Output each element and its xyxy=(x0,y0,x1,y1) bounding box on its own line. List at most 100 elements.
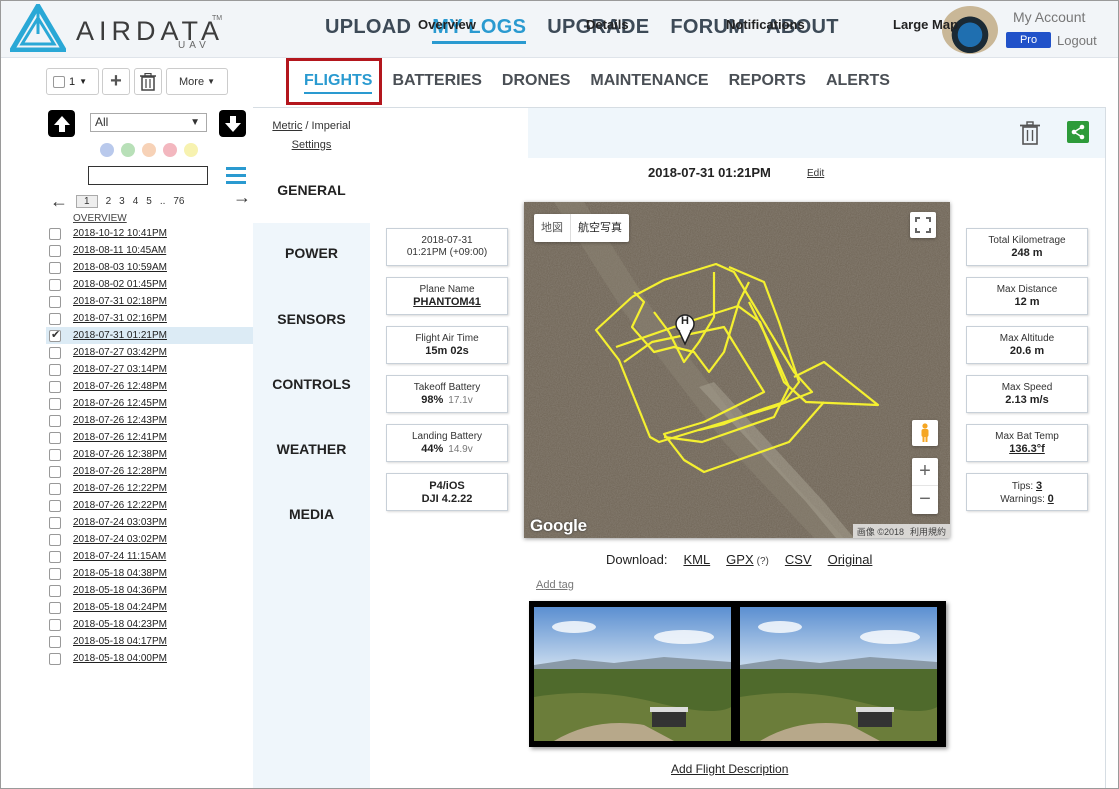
list-item[interactable]: 2018-08-02 01:45PM xyxy=(46,276,253,293)
tab-overview[interactable]: Overview xyxy=(418,17,476,32)
log-link[interactable]: 2018-07-26 12:28PM xyxy=(73,466,167,477)
share-button[interactable] xyxy=(1067,121,1089,143)
tab-large-map[interactable]: Large Map xyxy=(893,17,958,32)
color-filter-dot[interactable] xyxy=(121,143,135,157)
category-general[interactable]: GENERAL xyxy=(253,158,370,223)
warnings-link[interactable]: 0 xyxy=(1048,493,1054,505)
log-checkbox[interactable] xyxy=(49,261,61,274)
log-link[interactable]: 2018-05-18 04:23PM xyxy=(73,619,167,630)
category-weather[interactable]: WEATHER xyxy=(253,441,370,457)
log-checkbox[interactable] xyxy=(49,601,61,614)
log-link[interactable]: 2018-05-18 04:38PM xyxy=(73,568,167,579)
list-item[interactable]: 2018-05-18 04:23PM xyxy=(46,616,253,633)
list-item[interactable]: 2018-07-31 01:21PM xyxy=(46,327,253,344)
map-type-map[interactable]: 地図 xyxy=(534,214,570,242)
log-link[interactable]: 2018-07-31 02:18PM xyxy=(73,296,167,307)
log-link[interactable]: 2018-08-02 01:45PM xyxy=(73,279,167,290)
list-item[interactable]: 2018-07-31 02:16PM xyxy=(46,310,253,327)
log-link[interactable]: 2018-07-27 03:42PM xyxy=(73,347,167,358)
log-link[interactable]: 2018-05-18 04:36PM xyxy=(73,585,167,596)
arrow-left-icon[interactable]: ← xyxy=(50,191,68,212)
fullscreen-button[interactable] xyxy=(910,212,936,238)
tab-details[interactable]: Details xyxy=(586,17,629,32)
tab-alerts[interactable]: ALERTS xyxy=(826,72,890,94)
airdata-logo-icon[interactable] xyxy=(10,4,66,52)
log-checkbox[interactable] xyxy=(49,397,61,410)
add-button[interactable]: + xyxy=(102,68,130,95)
menu-icon[interactable] xyxy=(226,167,246,184)
color-filter-dot[interactable] xyxy=(163,143,177,157)
log-link[interactable]: 2018-07-31 02:16PM xyxy=(73,313,167,324)
log-checkbox[interactable] xyxy=(49,448,61,461)
map-terms-link[interactable]: 利用規約 xyxy=(910,525,946,537)
gpx-help-link[interactable]: (?) xyxy=(757,556,769,567)
list-item[interactable]: 2018-05-18 04:24PM xyxy=(46,599,253,616)
flight-map[interactable]: H 地図 航空写真 + − Google 画像 ©2018 利用規約 xyxy=(524,202,950,538)
log-checkbox[interactable] xyxy=(49,584,61,597)
edit-title-link[interactable]: Edit xyxy=(807,168,824,179)
log-checkbox[interactable] xyxy=(49,295,61,308)
log-checkbox[interactable] xyxy=(49,363,61,376)
settings-link[interactable]: Settings xyxy=(292,139,332,151)
list-item[interactable]: 2018-07-26 12:41PM xyxy=(46,429,253,446)
download-gpx-link[interactable]: GPX xyxy=(726,552,753,567)
log-checkbox[interactable] xyxy=(49,414,61,427)
log-checkbox[interactable] xyxy=(49,567,61,580)
overview-link[interactable]: OVERVIEW xyxy=(73,213,127,224)
my-account-link[interactable]: My Account xyxy=(1013,9,1085,25)
page-current[interactable]: 1 xyxy=(76,195,98,208)
page-3[interactable]: 3 xyxy=(119,196,125,207)
log-link[interactable]: 2018-07-24 03:03PM xyxy=(73,517,167,528)
page-4[interactable]: 4 xyxy=(133,196,139,207)
list-item[interactable]: 2018-07-31 02:18PM xyxy=(46,293,253,310)
category-media[interactable]: MEDIA xyxy=(253,506,370,522)
list-item[interactable]: 2018-07-24 03:02PM xyxy=(46,531,253,548)
tab-drones[interactable]: DRONES xyxy=(502,72,570,94)
download-csv-link[interactable]: CSV xyxy=(785,552,812,567)
tab-batteries[interactable]: BATTERIES xyxy=(392,72,481,94)
log-link[interactable]: 2018-07-26 12:22PM xyxy=(73,500,167,511)
log-checkbox[interactable] xyxy=(49,227,61,240)
log-checkbox[interactable] xyxy=(49,278,61,291)
zoom-in-button[interactable]: + xyxy=(912,458,938,486)
color-filter-dot[interactable] xyxy=(184,143,198,157)
log-checkbox[interactable] xyxy=(49,618,61,631)
log-checkbox[interactable] xyxy=(49,346,61,359)
page-2[interactable]: 2 xyxy=(106,196,112,207)
list-item[interactable]: 2018-07-26 12:38PM xyxy=(46,446,253,463)
street-view-button[interactable] xyxy=(912,420,938,446)
log-link[interactable]: 2018-08-03 10:59AM xyxy=(73,262,167,273)
list-item[interactable]: 2018-07-26 12:43PM xyxy=(46,412,253,429)
list-item[interactable]: 2018-07-26 12:48PM xyxy=(46,378,253,395)
map-type-satellite[interactable]: 航空写真 xyxy=(570,214,629,242)
category-controls[interactable]: CONTROLS xyxy=(253,376,370,392)
add-flight-description-link[interactable]: Add Flight Description xyxy=(671,762,788,776)
trash-icon[interactable] xyxy=(1019,121,1041,145)
log-checkbox[interactable] xyxy=(49,550,61,563)
imperial-link[interactable]: Imperial xyxy=(312,120,351,132)
arrow-right-icon[interactable]: → xyxy=(233,187,251,208)
more-button[interactable]: More ▼ xyxy=(166,68,228,95)
log-link[interactable]: 2018-05-18 04:24PM xyxy=(73,602,167,613)
category-sensors[interactable]: SENSORS xyxy=(253,311,370,327)
tab-reports[interactable]: REPORTS xyxy=(729,72,806,94)
log-link[interactable]: 2018-07-26 12:38PM xyxy=(73,449,167,460)
zoom-out-button[interactable]: − xyxy=(912,486,938,513)
list-item[interactable]: 2018-07-24 11:15AM xyxy=(46,548,253,565)
category-power[interactable]: POWER xyxy=(253,245,370,261)
log-checkbox[interactable] xyxy=(49,516,61,529)
download-kml-link[interactable]: KML xyxy=(683,552,710,567)
add-tag-link[interactable]: Add tag xyxy=(536,579,574,591)
log-checkbox[interactable] xyxy=(49,380,61,393)
list-item[interactable]: 2018-08-11 10:45AM xyxy=(46,242,253,259)
log-checkbox[interactable] xyxy=(49,652,61,665)
list-item[interactable]: 2018-07-26 12:22PM xyxy=(46,497,253,514)
list-item[interactable]: 2018-05-18 04:36PM xyxy=(46,582,253,599)
plane-name-link[interactable]: PHANTOM41 xyxy=(413,296,481,308)
media-photo[interactable] xyxy=(534,607,731,741)
tab-maintenance[interactable]: MAINTENANCE xyxy=(590,72,708,94)
list-item[interactable]: 2018-07-27 03:14PM xyxy=(46,361,253,378)
list-item[interactable]: 2018-08-03 10:59AM xyxy=(46,259,253,276)
log-link[interactable]: 2018-07-26 12:22PM xyxy=(73,483,167,494)
list-item[interactable]: 2018-07-27 03:42PM xyxy=(46,344,253,361)
